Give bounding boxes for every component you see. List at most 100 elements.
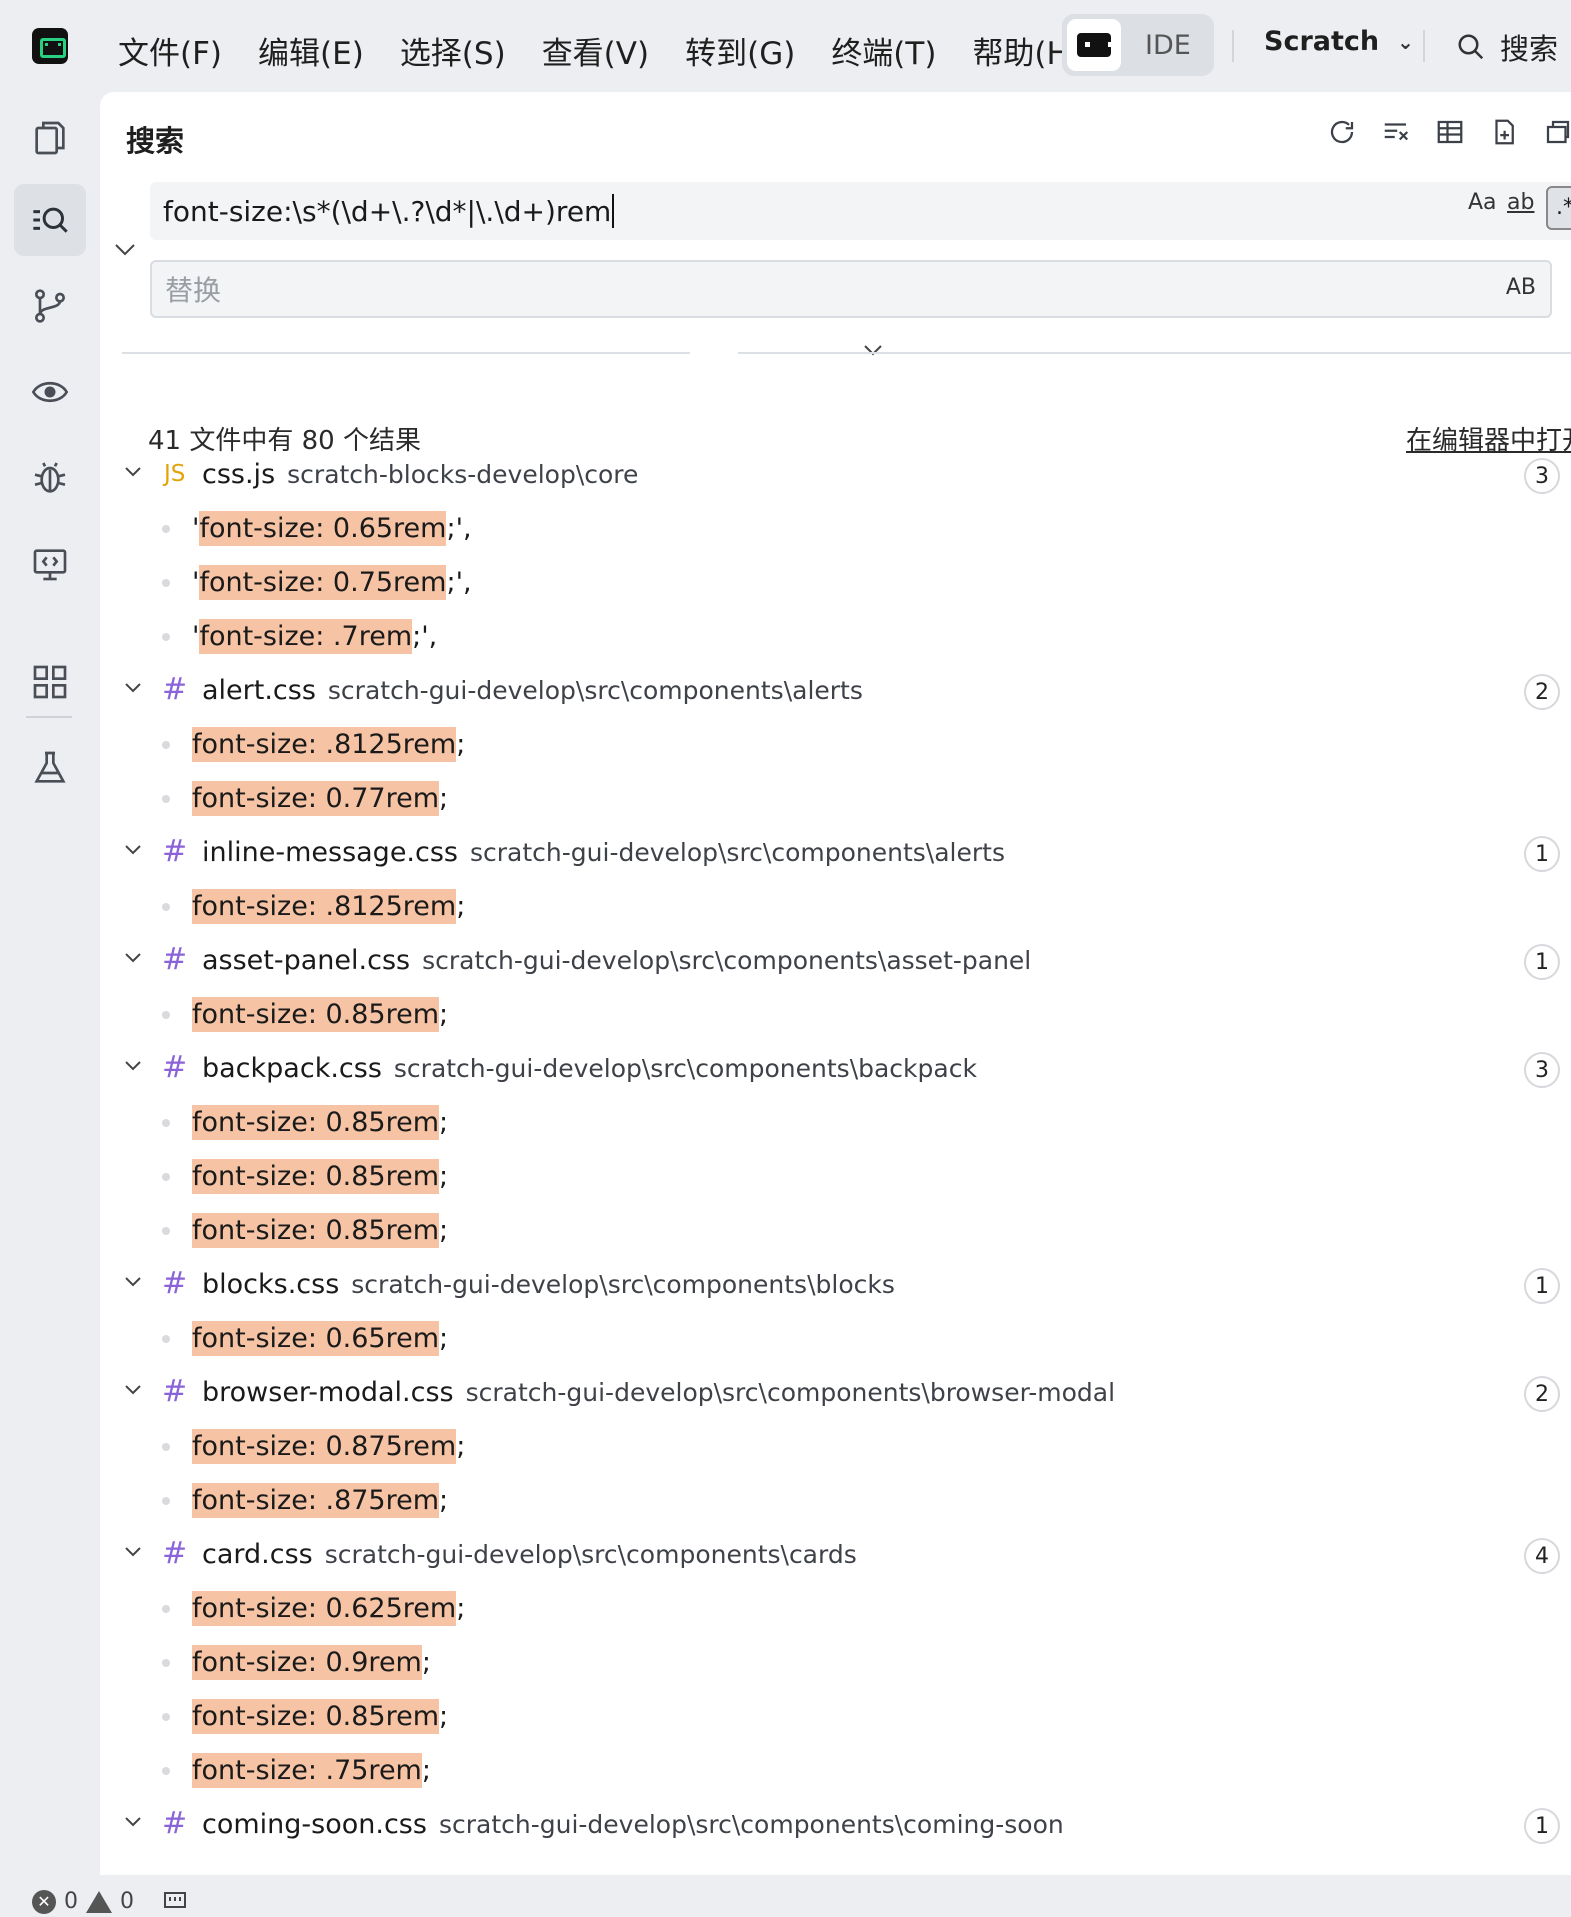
match-text[interactable]: font-size: 0.85rem; bbox=[192, 996, 448, 1032]
match-row[interactable]: 'font-size: 0.65rem;', bbox=[100, 501, 1571, 555]
match-text[interactable]: font-size: 0.85rem; bbox=[192, 1104, 448, 1140]
match-text[interactable]: font-size: 0.85rem; bbox=[192, 1698, 448, 1734]
match-row[interactable]: font-size: 0.77rem; bbox=[100, 771, 1571, 825]
file-row[interactable]: # asset-panel.css scratch-gui-develop\src\… bbox=[100, 933, 1571, 987]
match-case-toggle[interactable]: Aa bbox=[1468, 190, 1497, 215]
project-name[interactable]: Scratch bbox=[1264, 26, 1379, 57]
extensions-button[interactable] bbox=[14, 646, 86, 718]
menu-edit[interactable]: 编辑(E) bbox=[240, 22, 382, 79]
match-text[interactable]: font-size: 0.65rem; bbox=[192, 1320, 448, 1356]
chevron-down-icon[interactable] bbox=[124, 1275, 142, 1289]
match-row[interactable]: font-size: 0.85rem; bbox=[100, 987, 1571, 1041]
match-row[interactable]: font-size: 0.875rem; bbox=[100, 1419, 1571, 1473]
file-row[interactable]: # coming-soon.css scratch-gui-develop\src\… bbox=[100, 1797, 1571, 1851]
replace-input[interactable]: 替换 AB bbox=[150, 260, 1552, 318]
match-text[interactable]: font-size: 0.9rem; bbox=[192, 1644, 431, 1680]
match-text[interactable]: 'font-size: 0.65rem;', bbox=[192, 510, 472, 546]
testing-button[interactable] bbox=[14, 732, 86, 804]
collapse-all-button[interactable] bbox=[1542, 116, 1571, 148]
match-row[interactable]: font-size: .875rem; bbox=[100, 1473, 1571, 1527]
match-text[interactable]: font-size: .8125rem; bbox=[192, 726, 465, 762]
match-row[interactable]: font-size: 0.85rem; bbox=[100, 1095, 1571, 1149]
toggle-search-details-icon[interactable] bbox=[862, 342, 884, 360]
file-name-group[interactable]: backpack.css scratch-gui-develop\src\comp… bbox=[202, 1053, 977, 1084]
clear-results-button[interactable] bbox=[1380, 116, 1412, 148]
whole-word-toggle[interactable]: ab bbox=[1507, 190, 1534, 215]
debug-button[interactable] bbox=[14, 442, 86, 514]
global-search-button[interactable]: 搜索 bbox=[1456, 26, 1558, 68]
file-name-group[interactable]: inline-message.css scratch-gui-develop\sr… bbox=[202, 837, 1005, 868]
file-name[interactable]: card.css bbox=[202, 1539, 313, 1570]
regex-toggle[interactable]: .* bbox=[1546, 186, 1571, 230]
match-text[interactable]: font-size: 0.85rem; bbox=[192, 1212, 448, 1248]
file-name-group[interactable]: css.js scratch-blocks-develop\core bbox=[202, 459, 638, 490]
chevron-down-icon[interactable] bbox=[124, 681, 142, 695]
file-name-group[interactable]: asset-panel.css scratch-gui-develop\src\c… bbox=[202, 945, 1031, 976]
menu-file[interactable]: 文件(F) bbox=[100, 22, 240, 79]
chevron-down-icon[interactable] bbox=[124, 1383, 142, 1397]
menu-terminal[interactable]: 终端(T) bbox=[813, 22, 954, 79]
chevron-down-icon[interactable] bbox=[124, 1545, 142, 1559]
search-input[interactable]: font-size:\s*(\d+\.?\d*|\.\d+)rem Aa ab … bbox=[150, 182, 1571, 240]
chevron-down-icon[interactable] bbox=[124, 465, 142, 479]
match-row[interactable]: font-size: 0.85rem; bbox=[100, 1689, 1571, 1743]
file-name[interactable]: blocks.css bbox=[202, 1269, 339, 1300]
file-row[interactable]: # alert.css scratch-gui-develop\src\compon… bbox=[100, 663, 1571, 717]
ide-mode-label[interactable]: IDE bbox=[1145, 30, 1191, 61]
match-row[interactable]: font-size: 0.625rem; bbox=[100, 1581, 1571, 1635]
match-text[interactable]: font-size: 0.85rem; bbox=[192, 1158, 448, 1194]
view-as-tree-button[interactable] bbox=[1434, 116, 1466, 148]
match-row[interactable]: font-size: .75rem; bbox=[100, 1743, 1571, 1797]
new-search-editor-button[interactable] bbox=[1488, 116, 1520, 148]
file-row[interactable]: # blocks.css scratch-gui-develop\src\compo… bbox=[100, 1257, 1571, 1311]
match-row[interactable]: font-size: 0.65rem; bbox=[100, 1311, 1571, 1365]
run-debug-button[interactable] bbox=[14, 356, 86, 428]
menu-selection[interactable]: 选择(S) bbox=[382, 22, 524, 79]
toggle-replace-chevron-icon[interactable] bbox=[112, 240, 138, 260]
match-text[interactable]: 'font-size: .7rem;', bbox=[192, 618, 437, 654]
chevron-down-icon[interactable] bbox=[124, 951, 142, 965]
explorer-button[interactable] bbox=[14, 102, 86, 174]
file-name[interactable]: css.js bbox=[202, 459, 275, 490]
file-name[interactable]: asset-panel.css bbox=[202, 945, 410, 976]
chevron-down-icon[interactable] bbox=[124, 1815, 142, 1829]
search-query-text[interactable]: font-size:\s*(\d+\.?\d*|\.\d+)rem bbox=[163, 195, 611, 228]
search-view-button[interactable] bbox=[14, 184, 86, 256]
match-text[interactable]: font-size: .8125rem; bbox=[192, 888, 465, 924]
file-name[interactable]: backpack.css bbox=[202, 1053, 382, 1084]
ports-indicator[interactable] bbox=[162, 1889, 188, 1913]
mode-switch[interactable]: IDE bbox=[1062, 14, 1214, 76]
match-text[interactable]: font-size: 0.625rem; bbox=[192, 1590, 465, 1626]
project-switcher[interactable]: Scratch ⌄ bbox=[1264, 26, 1414, 57]
file-row[interactable]: # card.css scratch-gui-develop\src\compone… bbox=[100, 1527, 1571, 1581]
file-row[interactable]: # inline-message.css scratch-gui-develop\s… bbox=[100, 825, 1571, 879]
match-row[interactable]: 'font-size: 0.75rem;', bbox=[100, 555, 1571, 609]
file-row[interactable]: JS css.js scratch-blocks-develop\core 3 bbox=[100, 447, 1571, 501]
match-row[interactable]: 'font-size: .7rem;', bbox=[100, 609, 1571, 663]
file-name-group[interactable]: coming-soon.css scratch-gui-develop\src\c… bbox=[202, 1809, 1064, 1840]
match-text[interactable]: font-size: 0.77rem; bbox=[192, 780, 448, 816]
refresh-button[interactable] bbox=[1326, 116, 1358, 148]
preserve-case-toggle[interactable]: AB bbox=[1506, 275, 1536, 300]
problems-indicator[interactable]: ✕ 0 0 bbox=[32, 1889, 134, 1914]
remote-explorer-button[interactable] bbox=[14, 528, 86, 600]
match-row[interactable]: font-size: 0.85rem; bbox=[100, 1203, 1571, 1257]
match-row[interactable]: font-size: 0.9rem; bbox=[100, 1635, 1571, 1689]
match-text[interactable]: font-size: 0.875rem; bbox=[192, 1428, 465, 1464]
match-text[interactable]: font-size: .75rem; bbox=[192, 1752, 431, 1788]
chevron-down-icon[interactable] bbox=[124, 1059, 142, 1073]
file-row[interactable]: # browser-modal.css scratch-gui-develop\sr… bbox=[100, 1365, 1571, 1419]
menu-view[interactable]: 查看(V) bbox=[524, 22, 667, 79]
chevron-down-icon[interactable] bbox=[124, 843, 142, 857]
match-row[interactable]: font-size: .8125rem; bbox=[100, 879, 1571, 933]
match-row[interactable]: font-size: .8125rem; bbox=[100, 717, 1571, 771]
file-name[interactable]: browser-modal.css bbox=[202, 1377, 454, 1408]
source-control-button[interactable] bbox=[14, 270, 86, 342]
file-name-group[interactable]: blocks.css scratch-gui-develop\src\compon… bbox=[202, 1269, 895, 1300]
match-text[interactable]: 'font-size: 0.75rem;', bbox=[192, 564, 472, 600]
ide-mode-icon[interactable] bbox=[1067, 19, 1121, 71]
file-name-group[interactable]: alert.css scratch-gui-develop\src\compone… bbox=[202, 675, 863, 706]
file-name[interactable]: inline-message.css bbox=[202, 837, 458, 868]
file-name[interactable]: coming-soon.css bbox=[202, 1809, 427, 1840]
match-row[interactable]: font-size: 0.85rem; bbox=[100, 1149, 1571, 1203]
